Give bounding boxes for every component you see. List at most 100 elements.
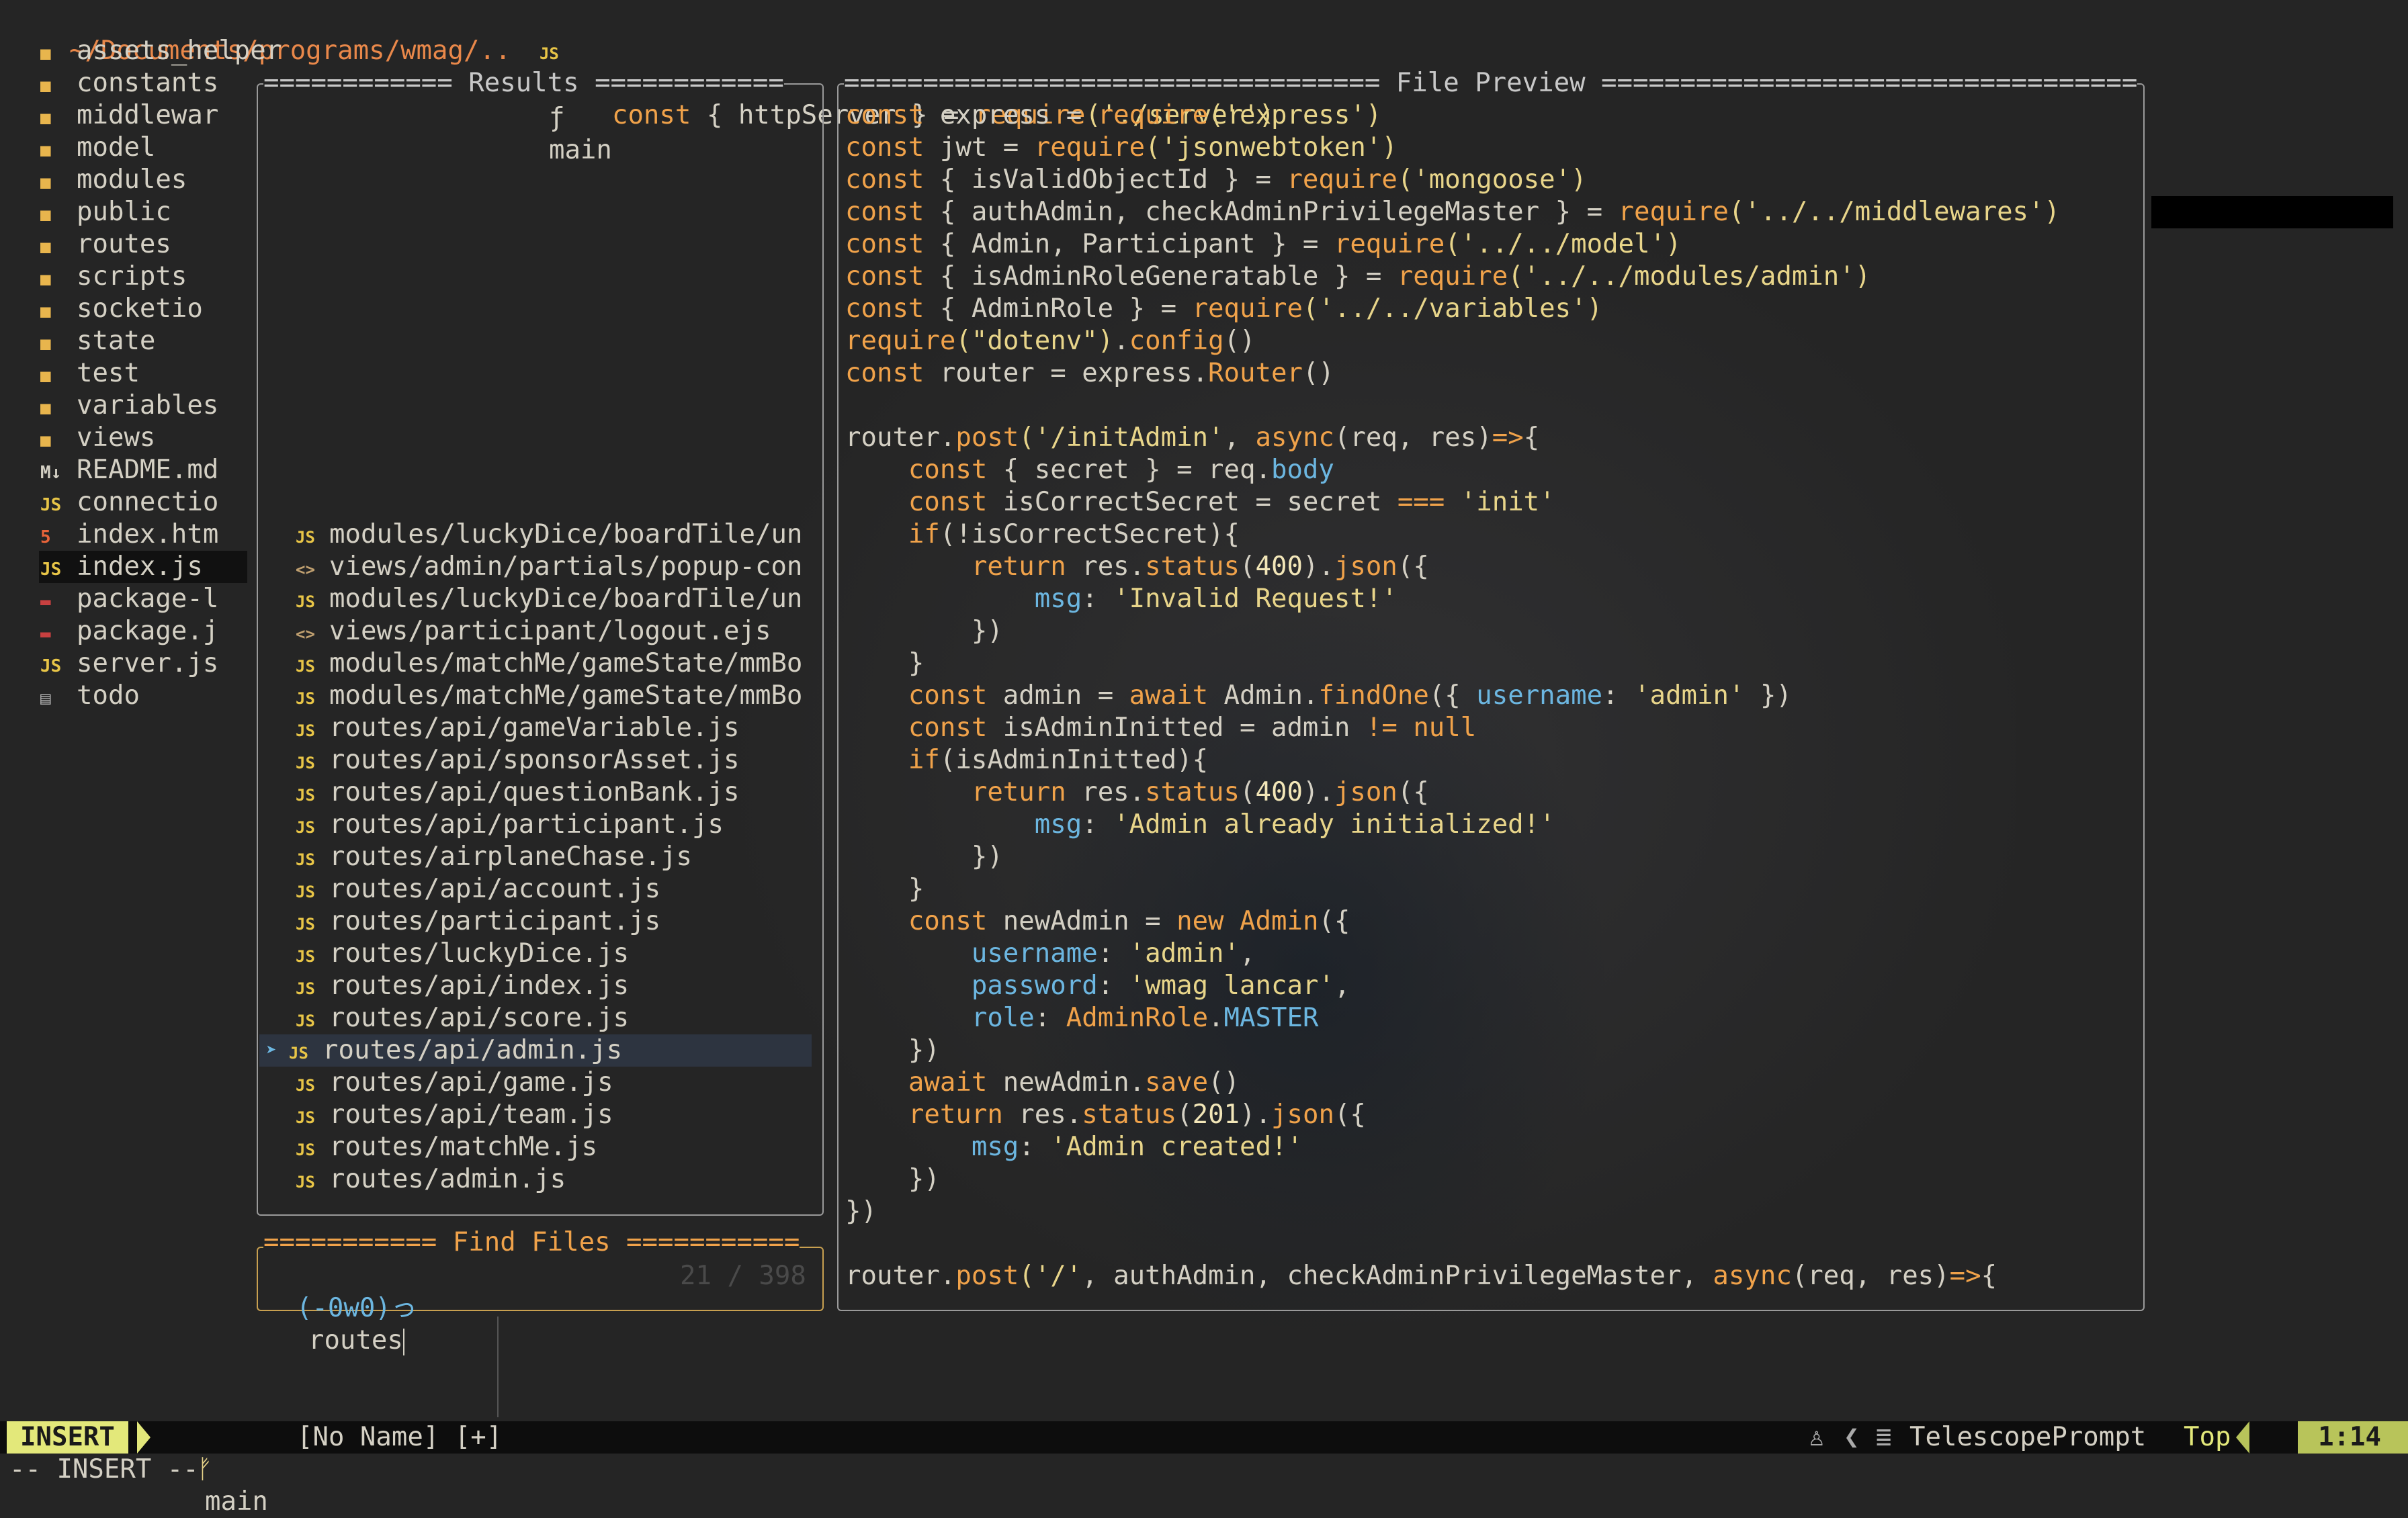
code-token: =>: [1949, 1261, 1981, 1291]
js-file-icon: JS: [296, 786, 315, 805]
code-token: (): [1208, 1067, 1240, 1098]
tree-item[interactable]: ■ model: [40, 132, 155, 164]
code-line: await newAdmin.save(): [845, 1067, 1240, 1099]
code-line: }): [845, 1196, 877, 1228]
code-token: :: [1082, 809, 1114, 840]
code-token: :: [1019, 1132, 1051, 1162]
tree-item[interactable]: ■ state: [40, 325, 155, 357]
code-line: }): [845, 615, 1003, 648]
tree-item[interactable]: JS server.js: [40, 648, 218, 680]
match-count: 21 / 398: [680, 1261, 806, 1291]
code-token: ('../../model'): [1445, 229, 1682, 259]
tree-item[interactable]: ■ test: [40, 357, 140, 390]
find-files-prompt[interactable]: (-0w0)っ routes: [265, 1260, 417, 1355]
result-item[interactable]: JS routes/airplaneChase.js: [262, 841, 692, 873]
tree-item[interactable]: ■ middlewar: [40, 99, 218, 132]
html-icon: 5: [40, 527, 51, 547]
result-item[interactable]: <> views/admin/partials/popup-con: [262, 551, 802, 583]
search-input[interactable]: routes: [308, 1325, 403, 1355]
result-item[interactable]: JS modules/luckyDice/boardTile/un: [262, 519, 802, 551]
text-cursor: [402, 1328, 404, 1355]
result-item[interactable]: JS routes/api/index.js: [262, 970, 629, 1002]
code-token: async: [1713, 1261, 1792, 1291]
tree-item[interactable]: JS connectio: [40, 486, 218, 519]
npm-icon: ▬: [40, 624, 51, 644]
tree-item[interactable]: ■ socketio: [40, 293, 203, 325]
git-branch-icon: ᚠ: [196, 1454, 213, 1484]
tree-item[interactable]: ▬ package.j: [40, 615, 218, 648]
mode-indicator: INSERT: [7, 1421, 128, 1454]
code-token: Admin: [1240, 906, 1319, 936]
tree-item[interactable]: ▤ todo: [40, 680, 140, 712]
code-token: }): [845, 842, 1003, 872]
result-item[interactable]: JS routes/matchMe.js: [262, 1131, 597, 1163]
result-item[interactable]: <> views/participant/logout.ejs: [262, 615, 771, 648]
code-token: json: [1271, 1100, 1334, 1130]
tree-item-label: index.js: [77, 551, 203, 582]
tree-item[interactable]: M↓ README.md: [40, 454, 218, 486]
code-token: (req, res): [1791, 1261, 1950, 1291]
tree-item[interactable]: ■ scripts: [40, 261, 187, 293]
code-token: const: [845, 261, 924, 292]
tree-item[interactable]: ■ public: [40, 196, 171, 228]
code-token: { isValidObjectId } =: [924, 165, 1287, 195]
result-item[interactable]: JS modules/luckyDice/boardTile/un: [262, 583, 802, 615]
result-item[interactable]: JS routes/api/team.js: [262, 1099, 613, 1131]
result-path: modules/matchMe/gameState/mmBo: [329, 648, 803, 678]
tree-item[interactable]: ■ routes: [40, 228, 171, 261]
code-line: const { Admin, Participant } = require('…: [845, 228, 1681, 261]
branch-name: main: [204, 1486, 268, 1517]
result-item[interactable]: JS modules/matchMe/gameState/mmBo: [262, 648, 802, 680]
folder-icon: ■: [40, 76, 51, 96]
result-item[interactable]: JS routes/api/questionBank.js: [262, 776, 739, 809]
tree-item[interactable]: ■ modules: [40, 164, 187, 196]
tree-item[interactable]: JS index.js: [40, 551, 203, 583]
tree-item[interactable]: 5 index.htm: [40, 519, 218, 551]
code-token: return: [971, 777, 1066, 807]
window-divider: [497, 1316, 499, 1417]
tree-item[interactable]: ■ assets_helper: [40, 35, 282, 67]
code-token: AdminRole: [1066, 1003, 1209, 1033]
result-item[interactable]: JS routes/api/gameVariable.js: [262, 712, 739, 744]
code-token: status: [1082, 1100, 1177, 1130]
code-token: msg: [1034, 809, 1082, 840]
code-line: const { isValidObjectId } = require('mon…: [845, 164, 1587, 196]
result-item[interactable]: JS routes/luckyDice.js: [262, 938, 629, 970]
result-item[interactable]: JS routes/api/participant.js: [262, 809, 724, 841]
js-file-icon: JS: [539, 44, 559, 63]
result-item[interactable]: ➤ JS routes/api/admin.js: [262, 1034, 622, 1067]
tree-item[interactable]: ■ views: [40, 422, 155, 454]
code-token: role: [971, 1003, 1035, 1033]
code-token: ('express'): [1208, 100, 1382, 130]
code-line: const isCorrectSecret = secret === 'init…: [845, 486, 1555, 519]
npm-icon: ▬: [40, 592, 51, 612]
code-token: }: [845, 648, 924, 678]
tree-item-label: socketio: [77, 294, 203, 324]
code-token: { secret } = req.: [987, 455, 1271, 485]
js-file-icon: JS: [296, 947, 315, 966]
result-path: routes/luckyDice.js: [329, 938, 630, 969]
result-item[interactable]: JS routes/api/account.js: [262, 873, 660, 905]
result-item[interactable]: JS routes/admin.js: [262, 1163, 566, 1196]
result-item[interactable]: JS routes/api/sponsorAsset.js: [262, 744, 739, 776]
code-token: newAdmin.: [987, 1067, 1146, 1098]
buffer-line: 5 const { httpServer } = require('./serv…: [570, 35, 1275, 130]
result-item[interactable]: JS routes/api/score.js: [262, 1002, 629, 1034]
tree-item[interactable]: ■ variables: [40, 390, 218, 422]
js-file-icon: JS: [289, 1044, 308, 1063]
result-item[interactable]: JS routes/participant.js: [262, 905, 660, 938]
tree-item[interactable]: ■ constants: [40, 67, 218, 99]
code-token: :: [1082, 584, 1114, 614]
result-item[interactable]: JS routes/api/game.js: [262, 1067, 613, 1099]
folder-icon: ■: [40, 44, 51, 64]
tree-item[interactable]: ▬ package-l: [40, 583, 218, 615]
code-token: status: [1145, 551, 1240, 582]
code-token: json: [1334, 777, 1398, 807]
code-token: const: [845, 229, 924, 259]
code-token: isCorrectSecret = secret: [987, 487, 1398, 517]
folder-icon: ■: [40, 398, 51, 418]
result-item[interactable]: JS modules/matchMe/gameState/mmBo: [262, 680, 802, 712]
